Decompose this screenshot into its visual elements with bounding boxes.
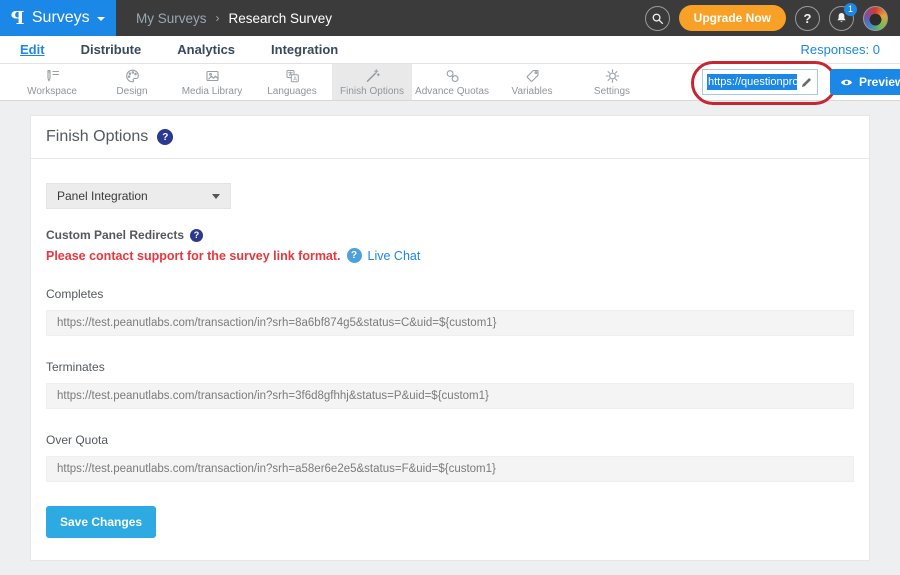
toolbar-label: Design <box>116 86 147 97</box>
toolbar-label: Workspace <box>27 86 77 97</box>
toolbar-item-advance-quotas[interactable]: Advance Quotas <box>412 64 492 100</box>
breadcrumb-separator: › <box>216 11 220 25</box>
preview-button[interactable]: Preview <box>830 69 900 95</box>
chevron-down-icon <box>97 17 105 21</box>
gear-icon <box>604 68 621 84</box>
search-button[interactable] <box>645 6 670 31</box>
over-quota-url-input[interactable]: https://test.peanutlabs.com/transaction/… <box>46 456 854 482</box>
support-warning: Please contact support for the survey li… <box>46 248 854 263</box>
field-label: Terminates <box>46 360 854 374</box>
question-mark-icon: ? <box>804 11 812 26</box>
help-button[interactable]: ? <box>795 6 820 31</box>
edit-toolbar: Workspace Design Media Library A Languag… <box>0 64 900 101</box>
toolbar-label: Advance Quotas <box>415 86 489 97</box>
chevron-down-icon <box>212 194 220 199</box>
toolbar-item-languages[interactable]: A Languages <box>252 64 332 100</box>
tag-icon <box>524 68 541 84</box>
product-menu[interactable]: P Surveys <box>0 0 116 36</box>
finish-options-card: Finish Options ? Panel Integration Custo… <box>30 115 870 561</box>
survey-url-selected-text: https://questionpro.com/t/A <box>707 74 797 90</box>
toolbar-label: Finish Options <box>340 86 404 97</box>
completes-url-input[interactable]: https://test.peanutlabs.com/transaction/… <box>46 310 854 336</box>
magic-wand-icon <box>364 68 381 84</box>
field-label: Completes <box>46 287 854 301</box>
preview-label: Preview <box>859 75 900 89</box>
workspace-icon <box>44 68 61 84</box>
toolbar-item-settings[interactable]: Settings <box>572 64 652 100</box>
toolbar-item-variables[interactable]: Variables <box>492 64 572 100</box>
header-actions: Upgrade Now ? 1 <box>645 0 900 36</box>
toolbar-label: Media Library <box>182 86 243 97</box>
custom-panel-redirects-header: Custom Panel Redirects ? <box>46 228 854 242</box>
survey-url-input[interactable]: https://questionpro.com/t/A <box>702 69 818 95</box>
over-quota-field-group: Over Quota https://test.peanutlabs.com/t… <box>46 433 854 482</box>
card-header: Finish Options ? <box>31 116 869 159</box>
product-label: Surveys <box>32 9 90 27</box>
page-title: Finish Options <box>46 128 148 146</box>
breadcrumb: My Surveys › Research Survey <box>136 0 332 36</box>
selected-option: Panel Integration <box>57 189 148 203</box>
toolbar-label: Variables <box>512 86 553 97</box>
tab-distribute[interactable]: Distribute <box>81 42 142 57</box>
tab-analytics[interactable]: Analytics <box>177 42 235 57</box>
breadcrumb-current: Research Survey <box>229 11 333 26</box>
image-icon <box>204 68 221 84</box>
live-chat-link[interactable]: Live Chat <box>368 249 421 263</box>
svg-text:A: A <box>293 76 297 82</box>
notification-badge: 1 <box>844 3 857 16</box>
toolbar-item-design[interactable]: Design <box>92 64 172 100</box>
breadcrumb-parent[interactable]: My Surveys <box>136 11 207 26</box>
field-label: Over Quota <box>46 433 854 447</box>
notifications-button[interactable]: 1 <box>829 6 854 31</box>
terminates-field-group: Terminates https://test.peanutlabs.com/t… <box>46 360 854 409</box>
panel-integration-select[interactable]: Panel Integration <box>46 183 231 209</box>
section-title: Custom Panel Redirects <box>46 228 184 242</box>
toolbar-item-finish-options[interactable]: Finish Options <box>332 64 412 100</box>
top-header: P Surveys My Surveys › Research Survey U… <box>0 0 900 36</box>
eye-icon <box>840 77 853 88</box>
terminates-url-input[interactable]: https://test.peanutlabs.com/transaction/… <box>46 383 854 409</box>
toolbar-label: Languages <box>267 86 317 97</box>
warning-text: Please contact support for the survey li… <box>46 249 341 263</box>
completes-field-group: Completes https://test.peanutlabs.com/tr… <box>46 287 854 336</box>
upgrade-now-button[interactable]: Upgrade Now <box>679 5 786 31</box>
questionpro-logo-icon: P <box>11 8 25 29</box>
toolbar-item-media-library[interactable]: Media Library <box>172 64 252 100</box>
pencil-edit-icon[interactable] <box>800 76 813 89</box>
search-icon <box>651 12 664 25</box>
live-chat-icon[interactable]: ? <box>347 248 362 263</box>
tab-integration[interactable]: Integration <box>271 42 338 57</box>
card-body: Panel Integration Custom Panel Redirects… <box>31 159 869 560</box>
palette-icon <box>124 68 141 84</box>
help-icon[interactable]: ? <box>190 229 203 242</box>
survey-nav: Edit Distribute Analytics Integration Re… <box>0 36 900 64</box>
avatar[interactable] <box>863 6 888 31</box>
save-changes-button[interactable]: Save Changes <box>46 506 156 538</box>
tab-edit[interactable]: Edit <box>20 42 45 57</box>
translate-icon: A <box>284 68 301 84</box>
toolbar-label: Settings <box>594 86 630 97</box>
page-content: Finish Options ? Panel Integration Custo… <box>0 101 900 575</box>
toolbar-item-workspace[interactable]: Workspace <box>12 64 92 100</box>
help-icon[interactable]: ? <box>157 129 173 145</box>
chain-link-icon <box>444 68 461 84</box>
responses-count[interactable]: Responses: 0 <box>801 42 881 57</box>
